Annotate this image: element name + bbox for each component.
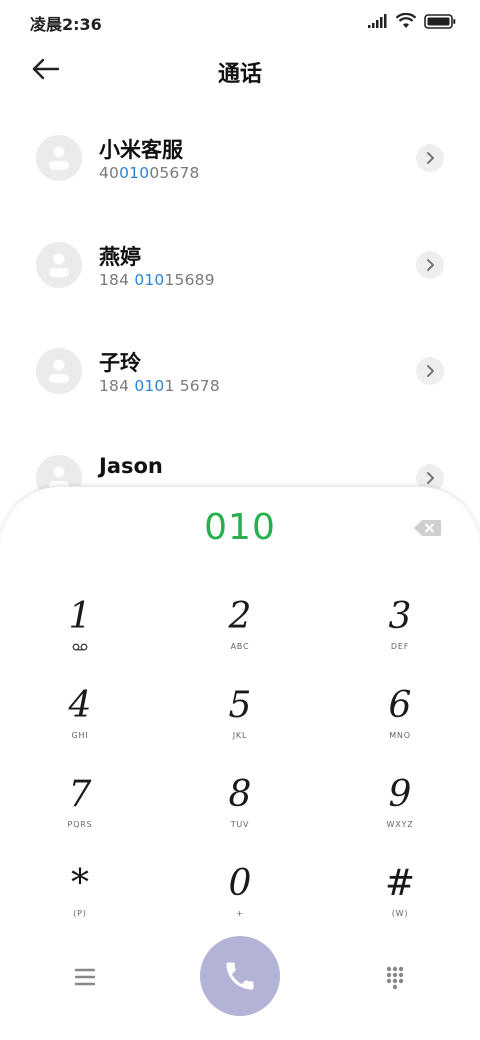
key-digit: # [384, 863, 416, 904]
key-digit: 2 [228, 596, 252, 637]
call-button[interactable] [200, 936, 280, 1016]
key-3[interactable]: 3 DEF [345, 591, 455, 671]
key-8[interactable]: 8 TUV [185, 769, 295, 849]
key-letters: MNO [389, 731, 411, 740]
backspace-button[interactable] [413, 518, 443, 538]
contact-item[interactable]: 小米客服 4001005678 [0, 110, 480, 217]
backspace-icon [414, 520, 441, 536]
menu-icon [74, 968, 96, 986]
key-7[interactable]: 7 PQRS [25, 769, 135, 849]
contact-detail-button[interactable] [416, 144, 444, 172]
contact-item[interactable]: 燕婷 184 01015689 [0, 217, 480, 324]
key-digit: 0 [228, 863, 252, 904]
key-digit: 4 [68, 685, 92, 726]
key-star[interactable]: * (P) [25, 858, 135, 938]
key-letters: (W) [391, 909, 409, 918]
chevron-right-icon [427, 152, 434, 164]
key-letters: TUV [230, 820, 250, 829]
key-letters: GHI [71, 731, 89, 740]
status-bar: 凌晨2:36 [0, 0, 480, 44]
key-letters: ABC [230, 642, 250, 651]
key-0[interactable]: 0 + [185, 858, 295, 938]
contact-name: 小米客服 [99, 138, 183, 162]
key-4[interactable]: 4 GHI [25, 680, 135, 760]
person-icon [49, 359, 69, 384]
avatar [36, 348, 82, 395]
avatar [36, 135, 82, 181]
header: 通话 [0, 44, 480, 96]
avatar [36, 241, 82, 288]
page-title: 通话 [217, 62, 262, 87]
voicemail-icon [72, 643, 88, 651]
key-6[interactable]: 6 MNO [345, 680, 455, 760]
key-digit: 9 [388, 774, 412, 815]
contact-name: 燕婷 [99, 244, 141, 269]
chevron-right-icon [427, 472, 434, 485]
signal-icon [368, 14, 387, 28]
key-letters: (P) [73, 909, 87, 918]
phone-icon [226, 962, 254, 990]
battery-icon [424, 13, 456, 29]
person-icon [49, 146, 69, 170]
key-digit: 8 [228, 774, 252, 815]
key-digit: 1 [68, 596, 92, 637]
key-9[interactable]: 9 WXYZ [345, 769, 455, 849]
status-time: 凌晨2:36 [30, 15, 102, 34]
person-icon [49, 253, 69, 277]
key-digit: * [71, 863, 89, 904]
contact-name: Jason [99, 454, 163, 479]
chevron-right-icon [427, 365, 434, 378]
contact-number: 184 01015689 [99, 270, 215, 289]
key-1[interactable]: 1 [25, 591, 135, 671]
wifi-icon [396, 13, 416, 28]
keypad-toggle-button[interactable] [380, 963, 410, 993]
contact-list: 小米客服 4001005678 燕婷 184 01015689 子玲 184 0… [0, 110, 480, 537]
key-2[interactable]: 2 ABC [185, 591, 295, 671]
contact-name: 子玲 [99, 351, 141, 376]
key-digit: 6 [388, 685, 412, 726]
key-letters: WXYZ [386, 820, 414, 829]
contact-detail-button[interactable] [416, 357, 444, 386]
key-letters: + [236, 909, 244, 918]
key-5[interactable]: 5 JKL [185, 680, 295, 760]
key-digit: 5 [228, 685, 252, 726]
chevron-right-icon [427, 258, 434, 271]
key-letters: DEF [390, 642, 410, 651]
menu-button[interactable] [70, 965, 100, 989]
contact-detail-button[interactable] [416, 250, 444, 279]
key-letters: JKL [232, 731, 248, 740]
dial-number-display[interactable]: 010 [0, 507, 480, 548]
key-letters: PQRS [67, 820, 93, 829]
key-digit: 3 [388, 596, 412, 637]
key-digit: 7 [68, 774, 92, 815]
status-icons [368, 12, 456, 30]
keypad-icon [386, 966, 404, 990]
contact-number: 4001005678 [99, 164, 200, 182]
dialpad-panel: 010 1 2 ABC 3 DEF 4 GHI 5 JKL 6 MNO 7 PQ… [0, 486, 480, 1040]
contact-number: 184 0101 5678 [99, 377, 220, 396]
contact-item[interactable]: 子玲 184 0101 5678 [0, 323, 480, 430]
key-hash[interactable]: # (W) [345, 858, 455, 938]
